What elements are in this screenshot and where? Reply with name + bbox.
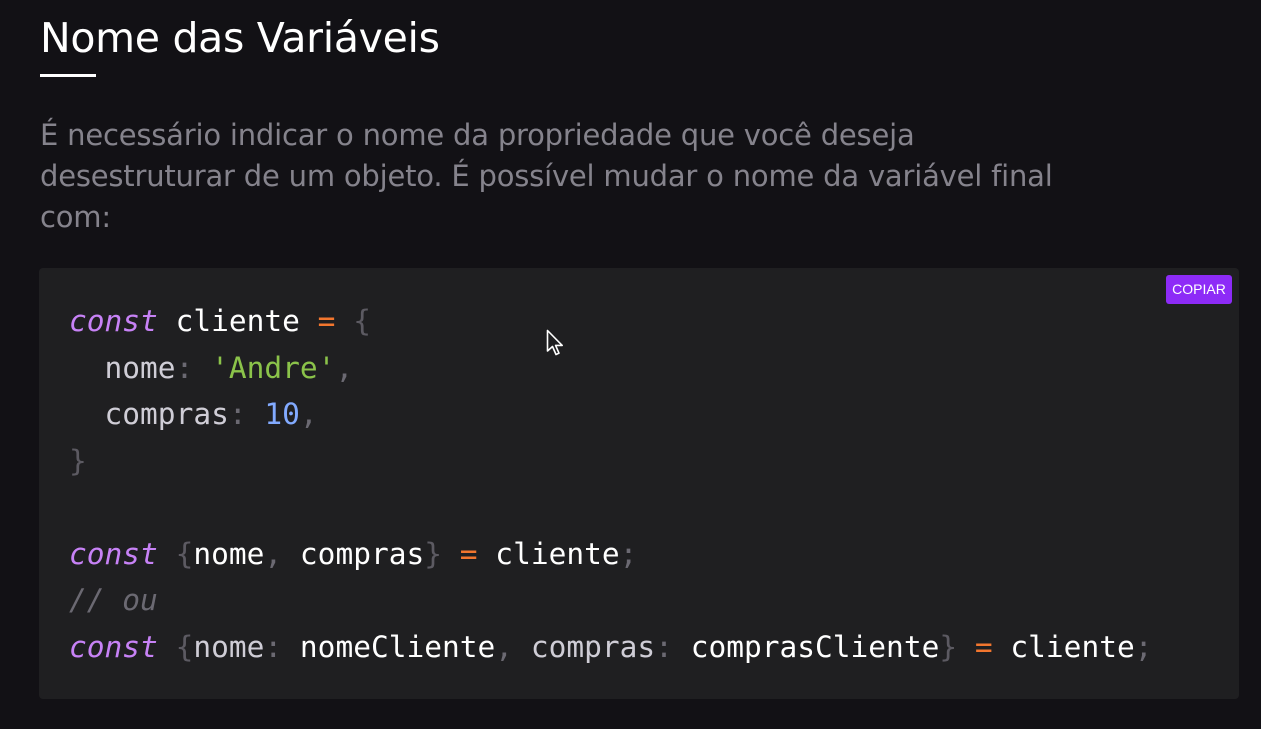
code-token: : (264, 629, 300, 664)
code-token: , (335, 350, 354, 385)
code-token: ; (619, 536, 638, 571)
code-token: const (69, 536, 158, 571)
code-token: nome (193, 536, 265, 571)
code-token: cliente (992, 629, 1135, 664)
code-token: ; (1134, 629, 1153, 664)
code-token: const (69, 304, 158, 338)
section-title: Nome das Variáveis (40, 14, 440, 62)
code-line: // ou (69, 577, 1153, 624)
code-token: = (974, 629, 993, 664)
code-token: : (175, 350, 212, 385)
code-token: = (317, 304, 336, 338)
code-token: { (175, 536, 194, 571)
title-underline (40, 74, 96, 77)
code-token: , (264, 536, 300, 571)
code-token: nome (193, 629, 265, 664)
code-token: compras (69, 397, 229, 431)
code-token: comprasCliente (690, 629, 940, 664)
code-token: } (939, 629, 958, 664)
code-line: const {nome: nomeCliente, compras: compr… (69, 624, 1153, 671)
code-token: const (69, 629, 158, 664)
code-token: cliente (477, 536, 620, 571)
code-token: compras (299, 536, 425, 571)
code-line: nome: 'Andre', (69, 345, 1153, 392)
code-token: { (353, 304, 371, 338)
code-token: nomeCliente (299, 629, 496, 664)
code-token: // ou (69, 583, 158, 617)
code-token: { (175, 629, 194, 664)
code-token: } (69, 443, 87, 478)
code-token: } (424, 536, 443, 571)
code-token: : (655, 629, 691, 664)
code-token: , (299, 397, 318, 431)
code-block: COPIAR const cliente = { nome: 'Andre', … (39, 268, 1239, 699)
mouse-cursor-icon (546, 329, 563, 356)
code-token: 'Andre' (211, 350, 336, 385)
code-line: compras: 10, (69, 391, 1153, 438)
code-token: nome (69, 350, 176, 385)
code-token: , (495, 629, 531, 664)
code-token: : (228, 397, 265, 431)
code-token: cliente (157, 304, 318, 338)
code-line: const {nome, compras} = cliente; (69, 531, 1153, 578)
code-token: compras (530, 629, 656, 664)
section-description: É necessário indicar o nome da proprieda… (40, 118, 1053, 234)
code-token: = (459, 536, 478, 571)
code-line: const cliente = { (69, 298, 1153, 345)
copy-button[interactable]: COPIAR (1166, 275, 1232, 304)
code-line: } (69, 438, 1153, 485)
code-content: const cliente = { nome: 'Andre', compras… (69, 298, 1153, 670)
code-token: 10 (264, 397, 300, 431)
